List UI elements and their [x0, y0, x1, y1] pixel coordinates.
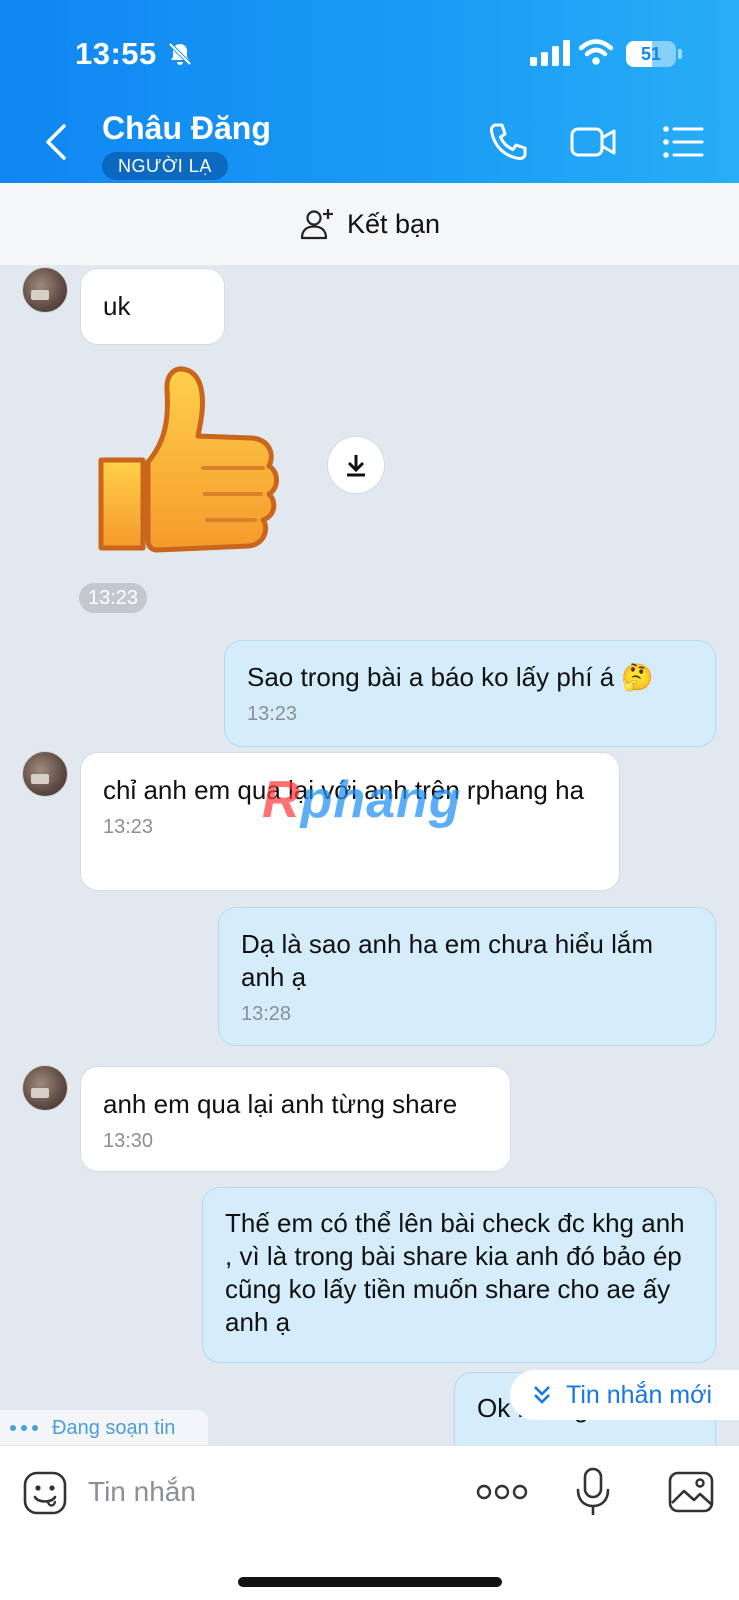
- message-text: chỉ anh em qua lại với anh trên rphang h…: [103, 775, 585, 805]
- emoji-sticker-button[interactable]: [22, 1470, 68, 1516]
- download-button[interactable]: [327, 436, 385, 494]
- home-indicator[interactable]: [238, 1577, 502, 1587]
- message-bubble-outgoing[interactable]: Dạ là sao anh ha em chưa hiểu lắm anh ạ …: [218, 907, 716, 1046]
- add-friend-label: Kết bạn: [346, 208, 441, 239]
- status-time: 13:55: [75, 36, 157, 71]
- new-messages-button[interactable]: Tin nhắn mới: [510, 1370, 739, 1420]
- contact-name[interactable]: Châu Đăng: [102, 110, 271, 147]
- message-text: Dạ là sao anh ha em chưa hiểu lắm anh ạ: [241, 929, 653, 992]
- phone-call-button[interactable]: [484, 118, 532, 166]
- bell-off-icon: [168, 42, 192, 66]
- image-gallery-button[interactable]: [667, 1470, 715, 1514]
- chat-header: 13:55 51 Châu Đăng NGƯỜI LẠ: [0, 0, 739, 183]
- typing-dots-icon: [10, 1425, 38, 1431]
- typing-indicator: Đang soạn tin: [0, 1410, 208, 1446]
- double-chevron-down-icon: [534, 1386, 550, 1404]
- stranger-badge: NGƯỜI LẠ: [102, 152, 228, 180]
- message-timestamp: 13:23: [103, 816, 154, 838]
- wifi-icon: [579, 39, 613, 65]
- message-input[interactable]: [88, 1466, 448, 1518]
- message-text: anh em qua lại anh từng share: [103, 1089, 458, 1119]
- battery-icon: 51: [626, 41, 676, 67]
- contact-avatar[interactable]: [22, 751, 68, 797]
- message-bubble-incoming[interactable]: anh em qua lại anh từng share 13:30: [80, 1066, 511, 1172]
- more-options-button[interactable]: [476, 1478, 528, 1506]
- message-text: Thế em có thể lên bài check đc khg anh ,…: [225, 1208, 685, 1337]
- add-friend-button[interactable]: Kết bạn: [0, 183, 739, 265]
- contact-avatar[interactable]: [22, 1065, 68, 1111]
- signal-icon: [530, 40, 570, 66]
- contact-avatar[interactable]: [22, 267, 68, 313]
- battery-tip: [678, 49, 682, 59]
- microphone-button[interactable]: [574, 1466, 612, 1518]
- message-text: uk: [103, 291, 131, 321]
- thumbs-up-sticker[interactable]: [93, 360, 283, 560]
- message-bubble-incoming[interactable]: chỉ anh em qua lại với anh trên rphang h…: [80, 752, 620, 891]
- message-timestamp: 13:23: [247, 703, 298, 725]
- message-bubble-incoming[interactable]: uk: [80, 268, 225, 345]
- new-messages-label: Tin nhắn mới: [566, 1380, 713, 1409]
- video-call-button[interactable]: [569, 118, 617, 166]
- message-timestamp: 13:30: [103, 1130, 154, 1152]
- add-friend-icon: [300, 209, 333, 240]
- download-icon: [347, 455, 365, 477]
- message-timestamp: 13:28: [241, 1003, 292, 1025]
- back-button[interactable]: [38, 120, 74, 164]
- sticker-timestamp: 13:23: [79, 583, 147, 613]
- message-bubble-outgoing[interactable]: Sao trong bài a báo ko lấy phí á 🤔 13:23: [224, 640, 716, 747]
- message-text: Sao trong bài a báo ko lấy phí á 🤔: [247, 662, 654, 692]
- menu-list-button[interactable]: [660, 118, 708, 166]
- message-composer: [0, 1445, 739, 1600]
- battery-level: 51: [640, 44, 662, 64]
- message-bubble-outgoing[interactable]: Thế em có thể lên bài check đc khg anh ,…: [202, 1187, 716, 1363]
- chat-messages[interactable]: uk 13:23 Sao trong bài a báo ko lấy phí …: [0, 265, 739, 1445]
- typing-label: Đang soạn tin: [52, 1416, 176, 1439]
